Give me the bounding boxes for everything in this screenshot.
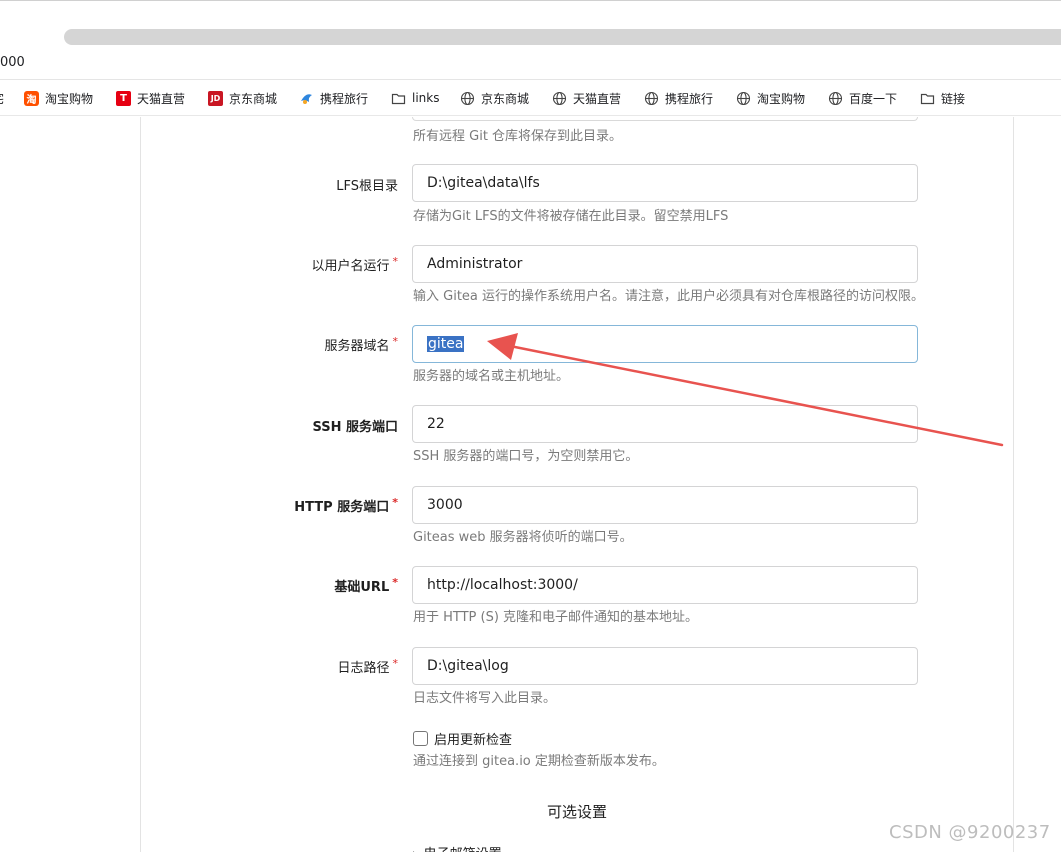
bookmark-label: 淘宝购物	[45, 91, 94, 106]
run-user-input[interactable]: Administrator	[412, 245, 918, 283]
watermark: CSDN @9200237	[889, 822, 1051, 843]
lfs-root-label: LFS根目录	[336, 179, 398, 194]
required-mark: *	[392, 255, 399, 268]
bookmark-label: 淘宝购物	[757, 91, 806, 106]
update-check-row[interactable]: 启用更新检查	[413, 729, 512, 748]
bookmark-item[interactable]: links	[391, 89, 439, 107]
base-url-help: 用于 HTTP (S) 克隆和电子邮件通知的基本地址。	[413, 610, 699, 625]
required-mark: *	[392, 335, 399, 348]
bookmark-item[interactable]: 链接	[920, 89, 965, 107]
domain-label: 服务器域名 *	[324, 335, 398, 354]
globe-icon	[644, 91, 659, 106]
bookmark-label: 天猫直营	[137, 91, 186, 106]
bookmark-label: 京东商城	[481, 91, 530, 106]
bookmark-edge-fragment[interactable]: 宅	[0, 89, 4, 107]
bookmark-item[interactable]: 淘宝购物	[736, 89, 805, 107]
log-path-help: 日志文件将写入此目录。	[413, 691, 557, 706]
base-url-input[interactable]: http://localhost:3000/	[412, 566, 918, 604]
repo-root-help: 所有远程 Git 仓库将保存到此目录。	[413, 129, 623, 144]
ssh-port-label: SSH 服务端口	[312, 420, 398, 435]
email-settings-toggle[interactable]: ▸ 电子邮箱设置	[413, 843, 502, 852]
update-check-help: 通过连接到 gitea.io 定期检查新版本发布。	[413, 754, 665, 769]
selected-text: gitea	[427, 336, 465, 352]
ctrip-icon	[299, 91, 314, 106]
required-mark: *	[392, 657, 399, 670]
run-user-label: 以用户名运行 *	[311, 255, 398, 274]
bookmark-label: 京东商城	[229, 91, 278, 106]
jd-icon: JD	[208, 90, 223, 106]
folder-icon	[920, 91, 935, 106]
bookmark-item[interactable]: JD 京东商城	[208, 89, 277, 107]
log-path-input[interactable]: D:\gitea\log	[412, 647, 918, 685]
bookmark-item[interactable]: 百度一下	[828, 89, 897, 107]
browser-tab-bar	[0, 0, 1061, 46]
bookmarks-bar: 宅 淘 淘宝购物 T 天猫直营 JD 京东商城 携程旅行 links 京东商城 …	[0, 80, 1061, 116]
bookmark-item[interactable]: T 天猫直营	[116, 89, 185, 107]
bookmark-item[interactable]: 天猫直营	[552, 89, 621, 107]
globe-icon	[828, 91, 843, 106]
run-user-help: 输入 Gitea 运行的操作系统用户名。请注意，此用户必须具有对仓库根路径的访问…	[413, 289, 925, 304]
address-text[interactable]: 000	[0, 55, 25, 70]
lfs-root-input[interactable]: D:\gitea\data\lfs	[412, 164, 918, 202]
base-url-label: 基础URL *	[334, 576, 398, 595]
install-page: 所有远程 Git 仓库将保存到此目录。 LFS根目录 D:\gitea\data…	[0, 117, 1061, 852]
domain-input[interactable]: gitea	[412, 325, 918, 363]
bookmark-label: 链接	[941, 91, 966, 106]
bookmark-item[interactable]: 淘 淘宝购物	[24, 89, 93, 107]
tmall-icon: T	[116, 90, 131, 106]
form-segment	[140, 117, 1014, 852]
bookmark-item[interactable]: 京东商城	[460, 89, 529, 107]
taobao-icon: 淘	[24, 90, 39, 106]
tab-strip[interactable]	[64, 29, 1061, 45]
address-bar[interactable]: 000	[0, 46, 1061, 80]
bookmark-item[interactable]: 携程旅行	[644, 89, 713, 107]
ssh-port-help: SSH 服务器的端口号，为空则禁用它。	[413, 449, 639, 464]
globe-icon	[460, 91, 475, 106]
folder-icon	[391, 91, 406, 106]
domain-help: 服务器的域名或主机地址。	[413, 369, 570, 384]
required-mark: *	[392, 576, 398, 589]
http-port-label: HTTP 服务端口 *	[294, 496, 398, 515]
log-path-label: 日志路径 *	[337, 657, 398, 676]
bookmark-label: 携程旅行	[320, 91, 369, 106]
bookmark-label: 百度一下	[849, 91, 898, 106]
http-port-input[interactable]: 3000	[412, 486, 918, 524]
globe-icon	[736, 91, 751, 106]
http-port-help: Giteas web 服务器将侦听的端口号。	[413, 530, 633, 545]
optional-settings-title: 可选设置	[546, 803, 607, 821]
ssh-port-input[interactable]: 22	[412, 405, 918, 443]
repo-root-input[interactable]	[412, 117, 918, 121]
lfs-root-help: 存储为Git LFS的文件将被存储在此目录。留空禁用LFS	[413, 209, 729, 224]
update-check-checkbox[interactable]	[413, 731, 428, 746]
globe-icon	[552, 91, 567, 106]
bookmark-item[interactable]: 携程旅行	[299, 89, 368, 107]
bookmark-label: links	[412, 91, 440, 105]
update-check-label: 启用更新检查	[434, 733, 513, 748]
bookmark-label: 携程旅行	[665, 91, 714, 106]
required-mark: *	[392, 496, 398, 509]
bookmark-label: 天猫直营	[573, 91, 622, 106]
